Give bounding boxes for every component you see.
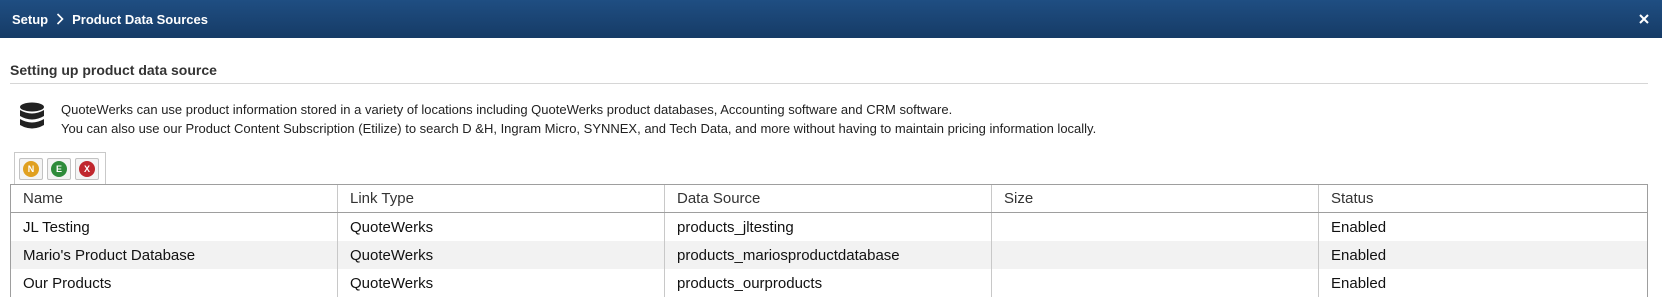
cell-status: Enabled xyxy=(1331,246,1387,264)
column-header-link-type[interactable]: Link Type xyxy=(338,185,665,212)
edit-icon: E xyxy=(51,161,67,177)
breadcrumb-setup[interactable]: Setup xyxy=(12,12,48,27)
chevron-right-icon xyxy=(56,13,64,25)
info-text-line-1: QuoteWerks can use product information s… xyxy=(61,102,953,117)
cell-data-source: products_ourproducts xyxy=(665,269,992,297)
title-bar: Setup Product Data Sources xyxy=(0,0,1662,38)
breadcrumb-product-data-sources: Product Data Sources xyxy=(72,11,208,27)
edit-button[interactable]: E xyxy=(47,158,71,180)
delete-icon: X xyxy=(79,161,95,177)
new-button[interactable]: N xyxy=(19,158,43,180)
column-header-size[interactable]: Size xyxy=(992,185,1319,212)
cell-data-source: products_mariosproductdatabase xyxy=(665,241,992,269)
cell-link-type: QuoteWerks xyxy=(338,213,665,241)
delete-button[interactable]: X xyxy=(75,158,99,180)
data-sources-table: Name Link Type Data Source Size Status J… xyxy=(10,184,1648,297)
cell-size xyxy=(992,241,1319,269)
cell-name: Mario's Product Database xyxy=(11,241,338,269)
column-header-status[interactable]: Status xyxy=(1319,185,1647,212)
breadcrumb: Setup Product Data Sources xyxy=(0,12,208,27)
table-header: Name Link Type Data Source Size Status xyxy=(11,185,1647,213)
database-icon xyxy=(18,102,46,134)
cell-size xyxy=(992,269,1319,297)
section-title: Setting up product data source xyxy=(10,62,217,78)
new-icon: N xyxy=(23,161,39,177)
close-icon[interactable] xyxy=(1634,9,1654,29)
section-divider xyxy=(10,83,1648,84)
column-header-data-source[interactable]: Data Source xyxy=(665,185,992,212)
grid-toolbar: N E X xyxy=(14,152,106,184)
cell-size xyxy=(992,213,1319,241)
cell-name: Our Products xyxy=(11,269,338,297)
cell-link-type: QuoteWerks xyxy=(338,241,665,269)
table-row[interactable]: Mario's Product Database QuoteWerks prod… xyxy=(11,241,1647,269)
cell-link-type: QuoteWerks xyxy=(338,269,665,297)
info-text-line-2: You can also use our Product Content Sub… xyxy=(61,121,1097,136)
cell-status: Enabled xyxy=(1331,274,1387,292)
column-header-name[interactable]: Name xyxy=(11,185,338,212)
cell-status: Enabled xyxy=(1331,218,1387,236)
table-row[interactable]: Our Products QuoteWerks products_ourprod… xyxy=(11,269,1647,297)
cell-data-source: products_jltesting xyxy=(665,213,992,241)
table-row[interactable]: JL Testing QuoteWerks products_jltesting… xyxy=(11,213,1647,241)
cell-name: JL Testing xyxy=(11,213,338,241)
